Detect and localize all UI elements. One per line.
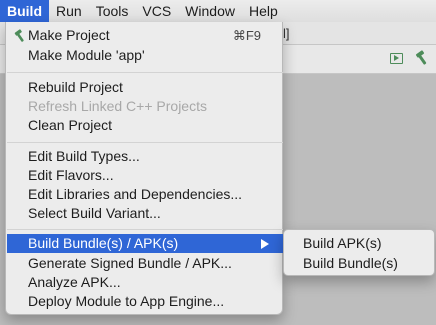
menu-item-analyze-apk[interactable]: Analyze APK... [7,273,283,292]
hammer-icon[interactable] [414,50,430,66]
menu-help[interactable]: Help [242,0,285,22]
menu-item-edit-build-types[interactable]: Edit Build Types... [7,147,283,166]
shortcut-label: ⌘F9 [232,28,261,43]
menu-item-rebuild-project[interactable]: Rebuild Project [7,78,283,97]
menu-separator [7,72,283,73]
menu-build[interactable]: Build [0,0,49,22]
menu-item-make-project[interactable]: Make Project ⌘F9 [7,26,283,45]
menu-item-select-build-variant[interactable]: Select Build Variant... [7,204,283,223]
menu-separator [7,229,283,230]
menu-item-edit-flavors[interactable]: Edit Flavors... [7,166,283,185]
menu-item-build-bundles[interactable]: Build Bundle(s) / APK(s) [7,234,283,253]
menu-tools[interactable]: Tools [89,0,136,22]
menu-bar: Build Run Tools VCS Window Help [0,0,436,23]
menu-vcs[interactable]: VCS [135,0,178,22]
menu-item-generate-signed[interactable]: Generate Signed Bundle / APK... [7,254,283,273]
menu-run[interactable]: Run [49,0,89,22]
build-bundles-submenu: Build APK(s) Build Bundle(s) [283,229,435,276]
submenu-item-build-apk[interactable]: Build APK(s) [284,234,434,253]
menu-item-label: Make Project [28,27,110,43]
menu-item-clean-project[interactable]: Clean Project [7,116,283,135]
submenu-arrow-icon [261,239,269,249]
menu-separator [7,142,283,143]
build-menu: Make Project ⌘F9 Make Module 'app' Rebui… [5,22,283,315]
run-config-icon[interactable] [390,53,403,64]
menu-item-label: Build Bundle(s) / APK(s) [28,235,179,251]
menu-item-deploy-module[interactable]: Deploy Module to App Engine... [7,292,283,311]
menu-item-refresh-linked: Refresh Linked C++ Projects [28,98,207,114]
menu-item-edit-libraries[interactable]: Edit Libraries and Dependencies... [7,185,283,204]
submenu-item-build-bundle[interactable]: Build Bundle(s) [284,254,434,273]
menu-window[interactable]: Window [178,0,242,22]
hammer-icon [14,29,24,42]
toolbar-hint-text: l] [283,26,290,41]
menu-item-make-module[interactable]: Make Module 'app' [7,46,283,65]
